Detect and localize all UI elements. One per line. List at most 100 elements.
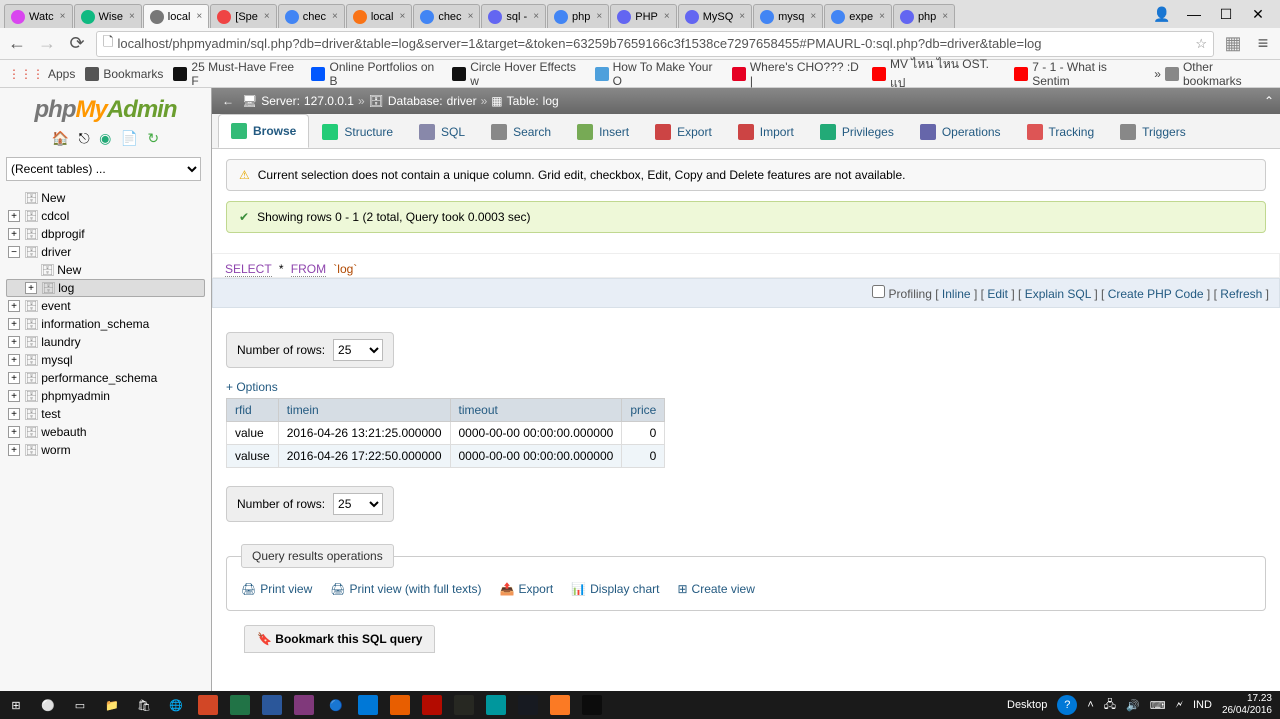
xampp-icon[interactable] xyxy=(544,691,576,719)
task-view-icon[interactable]: ▭ xyxy=(64,691,96,719)
excel-icon[interactable] xyxy=(224,691,256,719)
close-icon[interactable]: × xyxy=(399,11,405,22)
toggle-icon[interactable]: + xyxy=(8,228,20,240)
close-icon[interactable]: × xyxy=(533,11,539,22)
link-refresh[interactable]: Refresh xyxy=(1220,287,1262,301)
browser-tab[interactable]: chec× xyxy=(278,4,345,28)
close-icon[interactable]: × xyxy=(468,11,474,22)
logout-icon[interactable]: ⎋ xyxy=(79,130,90,146)
close-icon[interactable]: × xyxy=(810,11,816,22)
network-icon[interactable]: 🖧 xyxy=(1104,696,1116,715)
server-link[interactable]: 127.0.0.1 xyxy=(304,94,354,108)
chrome-icon[interactable]: 🔵 xyxy=(320,691,352,719)
bookmark-query[interactable]: 🔖 Bookmark this SQL query xyxy=(244,625,435,653)
table-link[interactable]: log xyxy=(543,94,559,108)
toggle-icon[interactable]: + xyxy=(8,210,20,222)
arduino-icon[interactable] xyxy=(480,691,512,719)
op-export[interactable]: 📤Export xyxy=(500,582,554,596)
reload-icon[interactable]: ↻ xyxy=(147,130,159,146)
reload-button[interactable]: ⟳ xyxy=(66,33,88,54)
tree-node-laundry[interactable]: +🗄laundry xyxy=(6,333,205,351)
help-icon[interactable]: ? xyxy=(1057,695,1077,715)
tree-node-mysql[interactable]: +🗄mysql xyxy=(6,351,205,369)
menu-icon[interactable]: ≡ xyxy=(1252,33,1274,54)
bookmark-item[interactable]: Bookmarks xyxy=(85,67,163,81)
tab-operations[interactable]: Operations xyxy=(907,114,1014,148)
tree-node-test[interactable]: +🗄test xyxy=(6,405,205,423)
bookmark-item[interactable]: Online Portfolios on B xyxy=(311,60,442,88)
app-icon[interactable] xyxy=(352,691,384,719)
col-rfid[interactable]: rfid xyxy=(227,399,279,422)
close-icon[interactable]: × xyxy=(664,11,670,22)
file-explorer-icon[interactable]: 📁 xyxy=(96,691,128,719)
clock[interactable]: 17.23 26/04/2016 xyxy=(1222,693,1272,717)
store-icon[interactable]: 🛍 xyxy=(128,691,160,719)
tab-export[interactable]: Export xyxy=(642,114,725,148)
search-icon[interactable]: ⚪ xyxy=(32,691,64,719)
browser-tab[interactable]: mysq× xyxy=(753,4,823,28)
keyboard-icon[interactable]: ⌨ xyxy=(1150,699,1166,712)
recent-tables-select[interactable]: (Recent tables) ... xyxy=(6,157,201,181)
close-icon[interactable]: × xyxy=(942,11,948,22)
forward-button[interactable]: → xyxy=(36,33,58,54)
steam-icon[interactable] xyxy=(512,691,544,719)
toggle-icon[interactable]: + xyxy=(8,318,20,330)
bookmark-item[interactable]: Where's CHO??? :D | xyxy=(732,60,862,88)
tree-node-phpmyadmin[interactable]: +🗄phpmyadmin xyxy=(6,387,205,405)
toggle-icon[interactable]: + xyxy=(8,354,20,366)
maximize-icon[interactable]: ☐ xyxy=(1214,6,1238,23)
lang-indicator[interactable]: IND xyxy=(1193,699,1212,711)
nav-toggle-icon[interactable]: ← xyxy=(222,94,234,108)
bookmark-item[interactable]: 7 - 1 - What is Sentim xyxy=(1014,60,1144,88)
edge-icon[interactable]: 🌐 xyxy=(160,691,192,719)
toggle-icon[interactable]: + xyxy=(8,336,20,348)
apps-button[interactable]: ⋮⋮⋮Apps xyxy=(8,67,75,81)
browser-tab[interactable]: local× xyxy=(346,4,412,28)
col-timein[interactable]: timein xyxy=(278,399,450,422)
cmd-icon[interactable] xyxy=(576,691,608,719)
tab-browse[interactable]: Browse xyxy=(218,114,309,148)
op-print-view[interactable]: 🖨Print view xyxy=(241,582,312,596)
tree-node-driver[interactable]: −🗄driver xyxy=(6,243,205,261)
db-link[interactable]: driver xyxy=(447,94,477,108)
toggle-icon[interactable]: + xyxy=(8,300,20,312)
tree-node-log[interactable]: +🗄log xyxy=(6,279,205,297)
browser-tab[interactable]: expe× xyxy=(824,4,892,28)
toggle-icon[interactable]: − xyxy=(8,246,20,258)
op-create-view[interactable]: ⊞Create view xyxy=(677,582,754,596)
bookmark-item[interactable]: 25 Must-Have Free F xyxy=(173,60,301,88)
tab-search[interactable]: Search xyxy=(478,114,564,148)
extensions-icon[interactable]: ▦ xyxy=(1222,33,1244,54)
options-link[interactable]: + Options xyxy=(226,380,1266,394)
toggle-icon[interactable]: + xyxy=(8,390,20,402)
close-icon[interactable]: × xyxy=(879,11,885,22)
word-icon[interactable] xyxy=(256,691,288,719)
docs-icon[interactable]: 📄 xyxy=(121,130,138,146)
sublime-icon[interactable] xyxy=(448,691,480,719)
toggle-icon[interactable]: + xyxy=(8,426,20,438)
link-explain-sql[interactable]: Explain SQL xyxy=(1025,287,1091,301)
volume-icon[interactable]: 🔊 xyxy=(1126,699,1140,712)
col-price[interactable]: price xyxy=(622,399,665,422)
link-edit[interactable]: Edit xyxy=(987,287,1008,301)
tab-triggers[interactable]: Triggers xyxy=(1107,114,1199,148)
back-button[interactable]: ← xyxy=(6,33,28,54)
tab-structure[interactable]: Structure xyxy=(309,114,406,148)
toggle-icon[interactable]: + xyxy=(8,372,20,384)
url-input[interactable] xyxy=(117,36,1191,51)
rows-select[interactable]: 25 xyxy=(333,339,383,361)
tab-sql[interactable]: SQL xyxy=(406,114,478,148)
toggle-icon[interactable]: + xyxy=(8,444,20,456)
browser-tab[interactable]: PHP× xyxy=(610,4,676,28)
collapse-icon[interactable]: ⌃ xyxy=(1264,94,1274,108)
browser-tab[interactable]: php× xyxy=(893,4,955,28)
browser-tab[interactable]: MySQ× xyxy=(678,4,752,28)
bookmark-item[interactable]: How To Make Your O xyxy=(595,60,722,88)
close-icon[interactable]: × xyxy=(264,11,270,22)
tree-node-new[interactable]: 🗄New xyxy=(6,261,205,279)
star-icon[interactable]: ☆ xyxy=(1195,36,1207,52)
close-icon[interactable]: × xyxy=(739,11,745,22)
browser-tab[interactable]: php× xyxy=(547,4,609,28)
tree-node-new[interactable]: 🗄New xyxy=(6,189,205,207)
toggle-icon[interactable]: + xyxy=(25,282,37,294)
